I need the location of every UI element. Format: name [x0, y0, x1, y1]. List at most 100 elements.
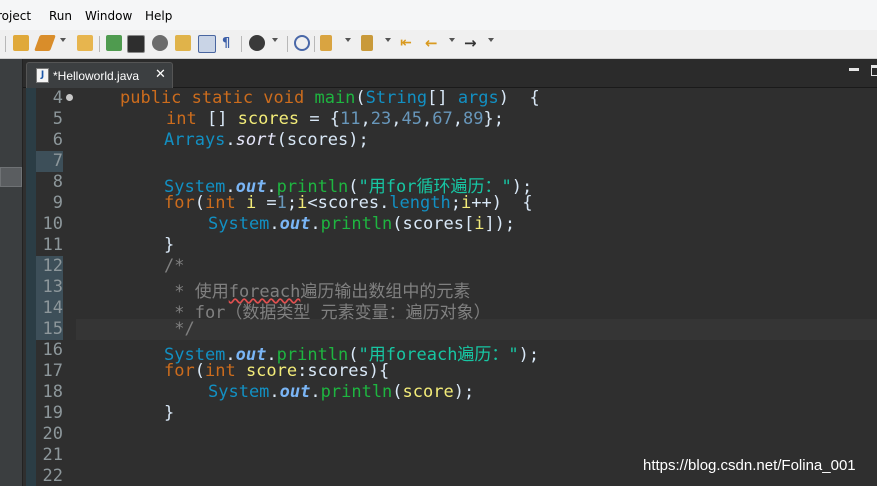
- fold-marker-icon[interactable]: [66, 94, 73, 101]
- watermark: https://blog.csdn.net/Folina_001: [643, 457, 856, 474]
- punctuation: ) {: [498, 88, 540, 108]
- punctuation: );: [453, 382, 475, 402]
- pen-icon[interactable]: [127, 35, 145, 53]
- editor-tab-bar: J *Helloworld.java ✕: [23, 59, 877, 88]
- menu-help[interactable]: Help: [145, 9, 172, 23]
- punctuation: .: [310, 382, 321, 402]
- link-icon[interactable]: [320, 35, 332, 51]
- toolbar-separator: [314, 36, 315, 52]
- profile-icon[interactable]: [249, 35, 265, 51]
- type-name: Arrays: [164, 130, 226, 150]
- line-number: 13: [36, 277, 63, 298]
- chevron-down-icon[interactable]: [345, 38, 351, 42]
- variable: i: [297, 193, 308, 213]
- maximize-icon[interactable]: [871, 65, 877, 76]
- line-number: 21: [42, 445, 63, 465]
- panel-restore-button[interactable]: [0, 167, 22, 187]
- comment: */: [164, 319, 195, 339]
- chevron-down-icon[interactable]: [449, 38, 455, 42]
- nav-icon[interactable]: ⇤: [400, 35, 416, 51]
- keyword: for: [164, 361, 195, 381]
- punctuation: :scores){: [297, 361, 390, 381]
- layout-icon[interactable]: [198, 35, 216, 53]
- left-panel: [0, 59, 23, 486]
- line-number: 20: [42, 424, 63, 444]
- open-folder-icon[interactable]: [13, 35, 29, 51]
- line-number: 18: [42, 382, 63, 402]
- chevron-down-icon[interactable]: [272, 38, 278, 42]
- punctuation: <scores.: [307, 193, 390, 213]
- chevron-down-icon[interactable]: [60, 38, 66, 42]
- chevron-down-icon[interactable]: [385, 38, 391, 42]
- line-number: 22: [42, 466, 63, 486]
- line-number-gutter: 4 5 6 7 8 9 10 11 12 13 14 15 16 17 18 1…: [36, 88, 76, 486]
- refresh-icon[interactable]: [175, 35, 191, 51]
- punctuation: };: [483, 109, 504, 129]
- code-line: Arrays.sort(scores);: [164, 130, 369, 151]
- keyword: public static void: [120, 88, 315, 108]
- code-line: System.out.println("用foreach遍历：");: [164, 340, 539, 365]
- punctuation: .: [269, 382, 280, 402]
- editor-tab[interactable]: J *Helloworld.java ✕: [26, 62, 173, 88]
- punctuation: ;: [286, 193, 298, 213]
- comment-line: * for（数据类型 元素变量：遍历对象）: [164, 298, 490, 323]
- line-number: 17: [42, 361, 63, 381]
- brush-icon[interactable]: [34, 35, 56, 51]
- parameter: args: [457, 88, 499, 108]
- gear-icon[interactable]: [152, 35, 168, 51]
- marker-icon[interactable]: [361, 35, 373, 51]
- number: 45: [401, 109, 422, 129]
- line-number: 15: [36, 319, 63, 340]
- menu-project[interactable]: roject: [0, 9, 31, 23]
- line-number: 10: [42, 214, 63, 234]
- code-line: for(int score:scores){: [164, 361, 389, 382]
- static-method: sort: [235, 130, 277, 150]
- line-number: 8: [52, 172, 63, 192]
- static-field: out: [279, 382, 311, 402]
- variable: score: [402, 382, 454, 402]
- punctuation: .: [225, 130, 236, 150]
- close-icon[interactable]: ✕: [155, 67, 166, 82]
- code-line: public static void main(String[] args) {: [120, 88, 540, 109]
- punctuation: []: [427, 88, 458, 108]
- chevron-down-icon[interactable]: [488, 38, 494, 42]
- punctuation: .: [269, 214, 280, 234]
- punctuation: }: [164, 235, 175, 255]
- variable: score: [245, 361, 298, 381]
- punctuation: []: [196, 109, 238, 129]
- code-line: }: [164, 403, 174, 424]
- punctuation: .: [310, 214, 321, 234]
- code-line: }: [164, 235, 174, 256]
- number: 11: [340, 109, 361, 129]
- minimize-icon[interactable]: [849, 68, 859, 71]
- circle-icon[interactable]: [294, 35, 310, 51]
- overview-ruler: [26, 88, 36, 486]
- number: 23: [370, 109, 392, 129]
- punctuation: ,: [422, 109, 433, 129]
- code-editor[interactable]: 4 5 6 7 8 9 10 11 12 13 14 15 16 17 18 1…: [23, 88, 877, 486]
- keyword: int: [204, 193, 236, 213]
- line-number: 9: [52, 193, 63, 213]
- folder-icon[interactable]: [77, 35, 93, 51]
- punctuation: (: [392, 382, 403, 402]
- flag-icon[interactable]: [106, 35, 122, 51]
- punctuation: ,: [360, 109, 371, 129]
- menu-window[interactable]: Window: [85, 9, 132, 23]
- toolbar-separator: [5, 36, 6, 52]
- line-number: 19: [42, 403, 63, 423]
- punctuation: ]);: [484, 214, 516, 234]
- static-field: out: [279, 214, 311, 234]
- type-name: System: [208, 382, 270, 402]
- left-arrow-icon[interactable]: ←: [425, 34, 441, 52]
- right-arrow-icon[interactable]: →: [464, 34, 480, 52]
- punctuation: (: [355, 88, 366, 108]
- punctuation: (: [194, 361, 205, 381]
- menu-run[interactable]: Run: [49, 9, 72, 23]
- pilcrow-icon[interactable]: ¶: [222, 36, 238, 52]
- code-line: System.out.println(score);: [208, 382, 474, 403]
- toolbar-separator: [287, 36, 288, 52]
- code-line: System.out.println("用for循环遍历：");: [164, 172, 532, 197]
- keyword: for: [164, 193, 195, 213]
- punctuation: ++) {: [471, 193, 533, 213]
- java-file-icon: J: [36, 68, 49, 83]
